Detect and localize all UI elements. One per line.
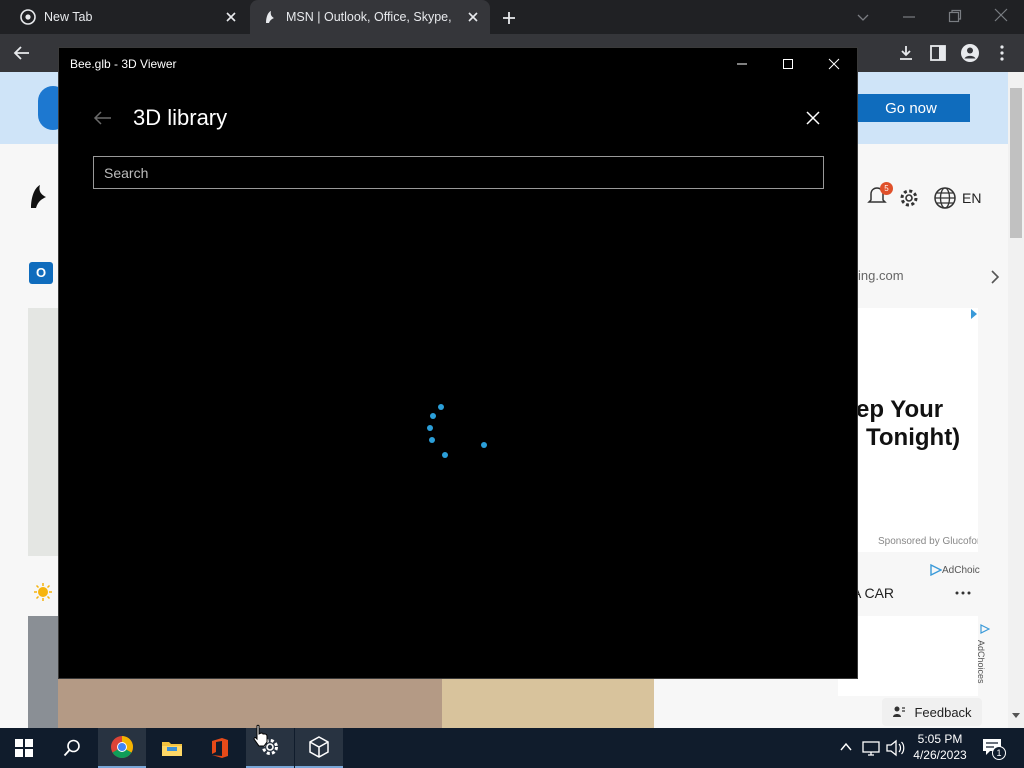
tab-msn[interactable]: MSN | Outlook, Office, Skype, Bing <box>250 0 490 34</box>
minimize-button[interactable] <box>719 48 765 80</box>
notification-count-badge: 5 <box>880 182 893 195</box>
menu-kebab-icon[interactable] <box>996 44 1008 62</box>
chevron-right-icon[interactable] <box>988 268 1002 286</box>
volume-icon[interactable] <box>885 739 905 757</box>
windows-logo-icon <box>15 739 33 757</box>
taskbar-office[interactable] <box>196 728 244 768</box>
search-icon <box>63 739 80 757</box>
start-button[interactable] <box>0 728 48 768</box>
taskbar-file-explorer[interactable] <box>148 728 196 768</box>
spinner-dot <box>481 442 487 448</box>
msn-logo-icon <box>31 185 46 208</box>
close-tab-icon[interactable] <box>466 10 480 24</box>
windows-taskbar: 5:05 PM 4/26/2023 1 <box>0 724 1024 768</box>
ad-card[interactable]: ep Your Tonight) Sponsored by Glucofor <box>838 308 978 552</box>
ad-headline-line2: Tonight) <box>866 424 961 451</box>
close-button[interactable] <box>811 48 857 80</box>
profile-icon[interactable] <box>960 43 980 63</box>
new-tab-plus-icon[interactable] <box>501 10 517 26</box>
outlook-icon[interactable]: O <box>29 262 53 284</box>
feedback-button[interactable]: Feedback <box>882 698 982 726</box>
back-arrow-icon[interactable] <box>93 110 113 126</box>
minimize-icon[interactable] <box>902 10 916 24</box>
close-tab-icon[interactable] <box>224 10 238 24</box>
browser-tab-strip: New Tab MSN | Outlook, Office, Skype, Bi… <box>0 0 1024 34</box>
close-window-icon[interactable] <box>994 8 1008 22</box>
left-card-image <box>28 308 58 556</box>
taskbar-clock[interactable]: 5:05 PM 4/26/2023 <box>905 731 975 763</box>
scroll-down-arrow-icon[interactable] <box>1011 712 1021 720</box>
3d-cube-icon <box>309 736 329 758</box>
office-icon <box>212 738 228 758</box>
download-icon[interactable] <box>897 44 915 62</box>
spinner-dot <box>429 437 435 443</box>
globe-icon[interactable] <box>933 186 957 210</box>
viewer-window: Bee.glb - 3D Viewer 3D library <box>58 47 858 679</box>
tab-new-tab[interactable]: New Tab <box>8 0 248 34</box>
spinner-dot <box>438 404 444 410</box>
close-icon <box>828 58 840 70</box>
adchoices-vertical-label: AdChoices <box>976 640 986 684</box>
news-image-photo[interactable] <box>58 678 442 728</box>
bing-link[interactable]: ing.com <box>858 268 904 283</box>
spinner-dot <box>442 452 448 458</box>
minimize-icon <box>737 63 747 65</box>
chrome-icon <box>20 9 36 25</box>
tab-title: New Tab <box>44 10 93 24</box>
more-options-icon[interactable] <box>955 590 971 596</box>
show-hidden-icons-chevron-icon[interactable] <box>840 742 852 752</box>
action-center-button[interactable]: 1 <box>982 738 1006 760</box>
adchoices-label[interactable]: AdChoic <box>942 565 980 576</box>
window-title: Bee.glb - 3D Viewer <box>70 57 177 71</box>
adchoices-icon <box>971 309 977 319</box>
sun-weather-icon <box>34 583 52 601</box>
spinner-dot <box>430 413 436 419</box>
loading-spinner <box>419 398 499 468</box>
chrome-icon <box>111 736 133 758</box>
search-input[interactable] <box>93 156 824 189</box>
spinner-dot <box>427 425 433 431</box>
library-title: 3D library <box>133 105 228 130</box>
section-heading[interactable]: A CAR <box>852 585 894 601</box>
viewer-titlebar[interactable]: Bee.glb - 3D Viewer <box>59 48 857 80</box>
clock-date: 4/26/2023 <box>913 748 967 762</box>
taskbar-chrome[interactable] <box>98 728 146 768</box>
clock-time: 5:05 PM <box>917 732 963 746</box>
close-library-icon[interactable] <box>805 110 821 126</box>
notification-count-badge: 1 <box>992 746 1006 760</box>
sponsored-label: Sponsored by Glucofor <box>878 536 978 547</box>
folder-icon <box>162 742 182 756</box>
gear-icon[interactable] <box>898 187 920 209</box>
network-icon[interactable] <box>862 740 880 756</box>
ad-headline-line1: ep Your <box>856 396 944 423</box>
news-image-left-strip <box>28 616 58 728</box>
maximize-button[interactable] <box>765 48 811 80</box>
language-label[interactable]: EN <box>962 190 981 206</box>
feedback-label: Feedback <box>914 704 972 720</box>
back-arrow-icon[interactable] <box>13 44 31 62</box>
taskbar-search-button[interactable] <box>48 728 96 768</box>
adchoices-icon[interactable] <box>930 564 942 576</box>
ad-card-2[interactable] <box>838 616 978 696</box>
msn-icon <box>266 11 274 23</box>
notifications[interactable]: 5 <box>866 182 893 206</box>
page-scrollbar-thumb[interactable] <box>1010 88 1022 238</box>
adchoices-icon <box>980 624 990 634</box>
mouse-cursor-icon <box>253 724 268 747</box>
maximize-icon <box>783 59 793 69</box>
news-image-photo-2[interactable] <box>442 678 654 728</box>
tab-search-chevron-icon[interactable] <box>856 10 870 24</box>
restore-icon[interactable] <box>948 9 962 23</box>
tab-title: MSN | Outlook, Office, Skype, Bing <box>286 10 456 24</box>
side-panel-icon[interactable] <box>929 44 947 62</box>
taskbar-3d-viewer[interactable] <box>295 728 343 768</box>
feedback-icon <box>893 706 906 717</box>
go-now-button[interactable]: Go now <box>852 94 970 122</box>
